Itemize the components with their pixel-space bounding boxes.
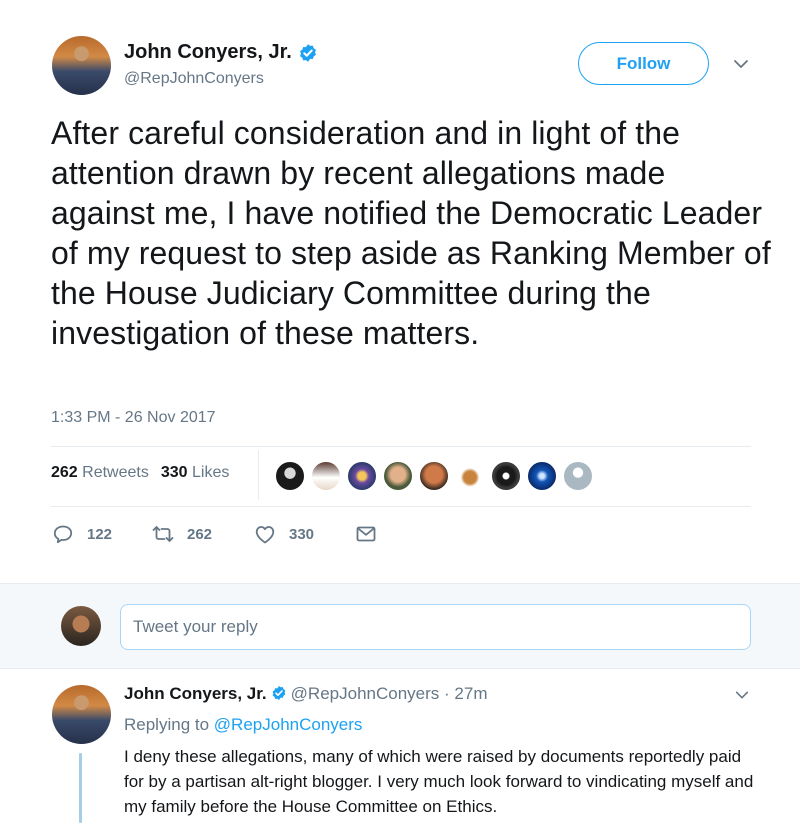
- like-action[interactable]: 330: [253, 522, 314, 546]
- liker-avatar[interactable]: [491, 461, 521, 491]
- reply-author-handle[interactable]: @RepJohnConyers: [291, 684, 440, 703]
- reply-tweet[interactable]: John Conyers, Jr. @RepJohnConyers · 27m R…: [0, 669, 800, 823]
- reply-author-name[interactable]: John Conyers, Jr.: [124, 684, 267, 703]
- liker-avatar[interactable]: [419, 461, 449, 491]
- reply-input[interactable]: Tweet your reply: [120, 604, 751, 650]
- verified-badge-icon: [299, 43, 316, 62]
- retweets-stat[interactable]: 262 Retweets: [51, 464, 149, 481]
- liker-avatar[interactable]: [563, 461, 593, 491]
- reply-composer: Tweet your reply: [0, 583, 800, 669]
- current-user-avatar[interactable]: [61, 606, 101, 646]
- tweet-card: John Conyers, Jr. @RepJohnConyers Follow…: [0, 0, 800, 583]
- replying-to: Replying to @RepJohnConyers: [124, 715, 362, 735]
- author-name[interactable]: John Conyers, Jr.: [124, 41, 292, 63]
- liker-avatar[interactable]: [347, 461, 377, 491]
- retweet-action[interactable]: 262: [151, 522, 212, 546]
- tweet-stats: 262 Retweets 330 Likes: [51, 464, 229, 482]
- tweet-text: After careful consideration and in light…: [51, 115, 771, 351]
- like-count: 330: [289, 525, 315, 543]
- author-avatar[interactable]: [52, 36, 111, 95]
- reply-action[interactable]: 122: [51, 522, 112, 546]
- follow-button[interactable]: Follow: [578, 42, 709, 85]
- retweet-icon: [152, 526, 174, 542]
- liker-avatar[interactable]: [527, 461, 557, 491]
- replying-to-link[interactable]: @RepJohnConyers: [214, 715, 363, 734]
- author-name-row[interactable]: John Conyers, Jr.: [124, 41, 318, 64]
- replying-prefix: Replying to: [124, 715, 210, 734]
- chevron-down-icon[interactable]: [732, 55, 750, 73]
- liker-avatar[interactable]: [455, 461, 485, 491]
- likes-count: 330: [160, 464, 188, 481]
- retweet-count: 262: [187, 525, 213, 543]
- reply-header: John Conyers, Jr. @RepJohnConyers · 27m: [124, 684, 488, 704]
- liker-avatar[interactable]: [311, 461, 341, 491]
- retweets-label: Retweets: [82, 464, 149, 481]
- verified-badge-icon: [272, 686, 286, 700]
- direct-message-action[interactable]: [354, 522, 378, 546]
- thread-line: [79, 753, 82, 823]
- reply-icon: [53, 525, 73, 544]
- reply-time[interactable]: 27m: [454, 684, 487, 703]
- reply-text: I deny these allegations, many of which …: [124, 747, 754, 816]
- liker-avatar[interactable]: [383, 461, 413, 491]
- likes-stat[interactable]: 330 Likes: [161, 464, 230, 481]
- reply-author-avatar[interactable]: [52, 685, 111, 744]
- author-handle[interactable]: @RepJohnConyers: [124, 70, 264, 88]
- tweet-timestamp[interactable]: 1:33 PM - 26 Nov 2017: [51, 409, 216, 427]
- retweets-count: 262: [51, 464, 78, 481]
- reply-count: 122: [87, 525, 113, 543]
- chevron-down-icon[interactable]: [734, 687, 750, 703]
- divider: [51, 506, 751, 507]
- reply-separator: ·: [444, 684, 450, 703]
- divider: [51, 446, 751, 447]
- liker-avatar[interactable]: [275, 461, 305, 491]
- stats-separator: [258, 450, 259, 500]
- likes-label: Likes: [192, 464, 230, 481]
- message-icon: [356, 526, 376, 542]
- heart-icon: [255, 526, 275, 544]
